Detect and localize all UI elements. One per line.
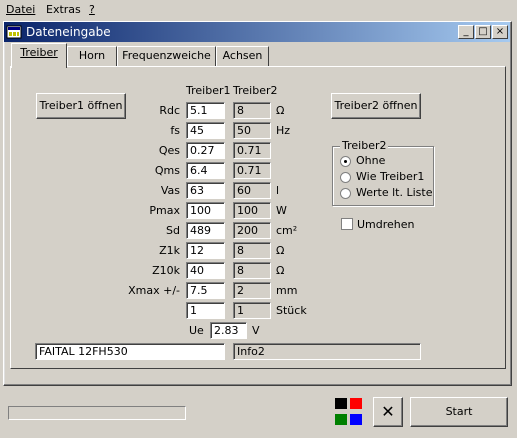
param-unit: mm [276, 284, 298, 297]
umdrehen-checkbox[interactable] [341, 218, 353, 230]
driver2-param-input[interactable]: 1 [233, 302, 271, 319]
menu-datei[interactable]: Datei [6, 3, 35, 16]
param-unit: Hz [276, 124, 291, 137]
driver2-param-input[interactable]: 0.71 [233, 162, 271, 179]
param-label: Rdc [159, 104, 180, 117]
ue-unit: V [252, 324, 260, 337]
tab-achsen[interactable]: Achsen [216, 46, 269, 66]
param-unit: W [276, 204, 287, 217]
param-label: Xmax +/- [128, 284, 180, 297]
header-treiber1: Treiber1 [186, 84, 231, 97]
param-unit: l [276, 184, 280, 197]
app-icon [6, 24, 22, 40]
start-button[interactable]: Start [410, 397, 508, 427]
color-swatch-black[interactable] [335, 398, 347, 409]
param-label: Vas [160, 184, 180, 197]
driver1-param-input[interactable]: 1 [186, 302, 225, 319]
close-icon: × [495, 26, 505, 37]
driver1-param-input[interactable]: 5.1 [186, 102, 225, 119]
ue-input[interactable]: 2.83 [210, 322, 247, 339]
driver1-param-input[interactable]: 0.27 [186, 142, 225, 159]
param-label: Qms [154, 164, 180, 177]
driver2-param-input[interactable]: 50 [233, 122, 271, 139]
driver2-param-input[interactable]: 60 [233, 182, 271, 199]
umdrehen-label: Umdrehen [357, 218, 415, 231]
open-driver2-button[interactable]: Treiber2 öffnen [331, 93, 421, 119]
menu-datei-label: Datei [6, 3, 36, 16]
radio-selected-dot [344, 160, 347, 163]
menu-extras-label: Extras [46, 3, 81, 16]
cancel-button[interactable]: ✕ [373, 397, 403, 427]
param-label: Sd [166, 224, 180, 237]
driver2-param-input[interactable]: 8 [233, 102, 271, 119]
param-label: Pmax [149, 204, 180, 217]
driver1-param-input[interactable]: 45 [186, 122, 225, 139]
tab-frequenzweiche[interactable]: Frequenzweiche [117, 46, 216, 66]
progress-bar [8, 406, 186, 420]
driver2-param-input[interactable]: 0.71 [233, 142, 271, 159]
radio-option[interactable] [340, 172, 351, 183]
radio-option[interactable] [340, 156, 351, 167]
menu-help[interactable]: ? [89, 3, 95, 16]
driver2-param-input[interactable]: 200 [233, 222, 271, 239]
color-swatch-blue[interactable] [350, 414, 362, 425]
param-unit: Stück [276, 304, 307, 317]
radio-option-label: Ohne [356, 154, 386, 167]
driver2-param-input[interactable]: 100 [233, 202, 271, 219]
maximize-icon: □ [478, 26, 488, 37]
driver1-name-input[interactable]: FAITAL 12FH530 [35, 343, 225, 360]
open-driver1-button[interactable]: Treiber1 öffnen [36, 93, 126, 119]
ue-label: Ue [189, 324, 204, 337]
window-title: Dateneingabe [26, 25, 111, 39]
radio-option[interactable] [340, 188, 351, 199]
color-swatch-green[interactable] [335, 414, 347, 425]
driver1-param-input[interactable]: 63 [186, 182, 225, 199]
driver1-param-input[interactable]: 489 [186, 222, 225, 239]
tab-horn-label: Horn [78, 49, 106, 62]
radio-option-label: Wie Treiber1 [356, 170, 425, 183]
close-window-button[interactable]: × [492, 25, 508, 39]
groupbox-title: Treiber2 [340, 139, 389, 152]
param-label: Qes [158, 144, 180, 157]
driver2-name-input[interactable]: Info2 [233, 343, 421, 360]
driver1-param-input[interactable]: 12 [186, 242, 225, 259]
param-unit: Ω [276, 104, 285, 117]
tab-treiber[interactable]: Treiber [11, 43, 67, 68]
minimize-button[interactable]: _ [458, 25, 474, 39]
radio-option-label: Werte lt. Liste [356, 186, 433, 199]
maximize-button[interactable]: □ [475, 25, 491, 39]
param-unit: Ω [276, 244, 285, 257]
menu-extras[interactable]: Extras [46, 3, 81, 16]
header-treiber2: Treiber2 [233, 84, 278, 97]
param-label: Z10k [152, 264, 180, 277]
tab-treiber-label: Treiber [20, 46, 58, 59]
minimize-icon: _ [463, 26, 469, 37]
param-unit: cm² [276, 224, 298, 237]
driver1-param-input[interactable]: 7.5 [186, 282, 225, 299]
tab-achsen-label: Achsen [222, 49, 263, 62]
driver2-param-input[interactable]: 2 [233, 282, 271, 299]
driver1-param-input[interactable]: 40 [186, 262, 225, 279]
driver1-param-input[interactable]: 100 [186, 202, 225, 219]
tab-frequenzweiche-label: Frequenzweiche [122, 49, 211, 62]
param-label: Z1k [159, 244, 180, 257]
driver2-param-input[interactable]: 8 [233, 242, 271, 259]
driver1-param-input[interactable]: 6.4 [186, 162, 225, 179]
driver2-param-input[interactable]: 8 [233, 262, 271, 279]
param-label: fs [170, 124, 180, 137]
menu-help-label: ? [89, 3, 95, 16]
param-unit: Ω [276, 264, 285, 277]
tab-horn[interactable]: Horn [67, 46, 117, 66]
close-x-icon: ✕ [381, 402, 395, 421]
color-swatch-red[interactable] [350, 398, 362, 409]
